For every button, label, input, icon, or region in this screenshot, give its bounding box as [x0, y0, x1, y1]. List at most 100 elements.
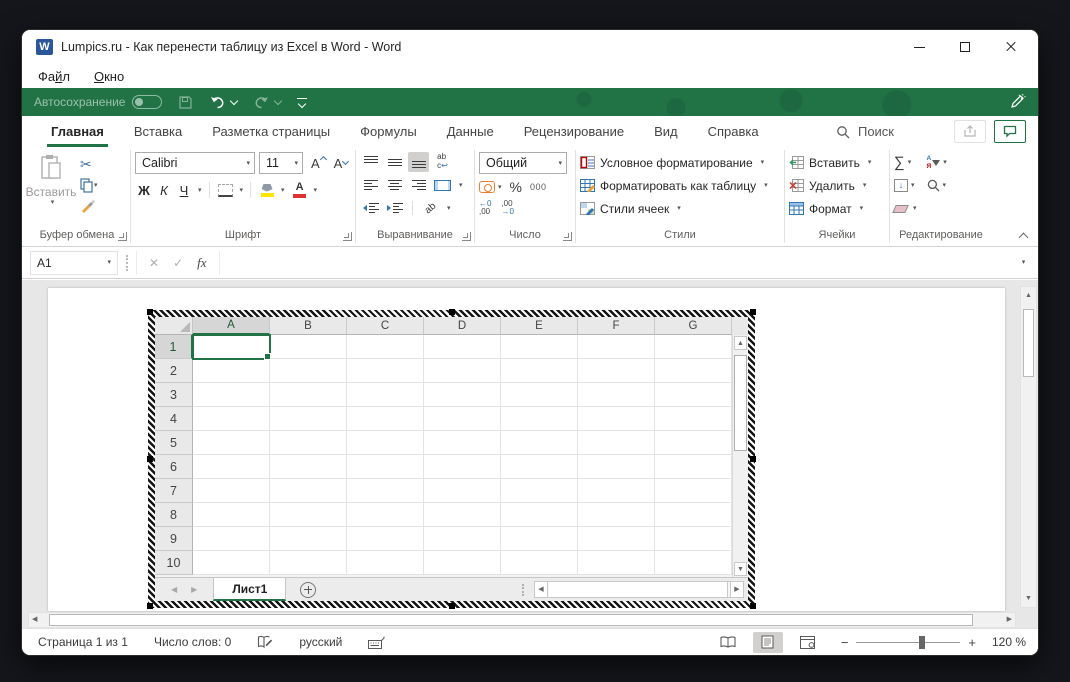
cell-G8[interactable] [655, 503, 732, 527]
number-dialog-launcher[interactable] [563, 232, 572, 241]
cell-A7[interactable] [193, 479, 270, 503]
save-button[interactable] [178, 95, 193, 110]
row-header-7[interactable]: 7 [155, 479, 193, 503]
font-color-button[interactable]: А [291, 180, 309, 200]
cell-A3[interactable] [193, 383, 270, 407]
borders-button[interactable] [217, 180, 235, 200]
language-indicator[interactable]: русский [299, 635, 342, 649]
cell-A10[interactable] [193, 551, 270, 575]
cell-E4[interactable] [501, 407, 578, 431]
handle-bottom-center[interactable] [448, 603, 455, 609]
cell-E9[interactable] [501, 527, 578, 551]
cell-D3[interactable] [424, 383, 501, 407]
accounting-format-button[interactable]: ▾ [479, 181, 502, 193]
conditional-formatting-button[interactable]: Условное форматирование ▾ [580, 153, 768, 172]
align-middle-button[interactable] [384, 152, 405, 172]
underline-button[interactable]: Ч [175, 180, 193, 200]
insert-cells-button[interactable]: Вставить ▾ [789, 153, 871, 172]
doc-scroll-up-icon[interactable]: ▲ [1025, 287, 1032, 304]
cell-C2[interactable] [347, 359, 424, 383]
underline-dropdown-icon[interactable]: ▾ [198, 187, 202, 194]
cell-G1[interactable] [655, 335, 732, 359]
row-header-10[interactable]: 10 [155, 551, 193, 575]
document-vertical-scroll-thumb[interactable] [1023, 309, 1034, 377]
column-header-D[interactable]: D [424, 317, 501, 335]
italic-button[interactable]: К [155, 180, 173, 200]
undo-button[interactable] [209, 95, 239, 110]
cell-C10[interactable] [347, 551, 424, 575]
cell-D2[interactable] [424, 359, 501, 383]
tab-review[interactable]: Рецензирование [522, 116, 626, 147]
column-header-C[interactable]: C [347, 317, 424, 335]
cell-B10[interactable] [270, 551, 347, 575]
cell-F5[interactable] [578, 431, 655, 455]
select-all-corner[interactable] [155, 317, 193, 335]
document-horizontal-scroll-thumb[interactable] [49, 614, 973, 626]
autosum-button[interactable]: ∑ ▾ [894, 153, 917, 172]
decrease-decimal-button[interactable]: ,00 →0 [501, 200, 513, 216]
comma-style-button[interactable]: 000 [530, 182, 547, 192]
handle-middle-right[interactable] [750, 456, 756, 462]
cell-E5[interactable] [501, 431, 578, 455]
tab-view[interactable]: Вид [652, 116, 680, 147]
cell-C1[interactable] [347, 335, 424, 359]
row-header-5[interactable]: 5 [155, 431, 193, 455]
expand-formula-bar-button[interactable]: ▾ [1012, 259, 1032, 266]
cell-G5[interactable] [655, 431, 732, 455]
orientation-button[interactable]: ab [420, 198, 441, 218]
cell-styles-button[interactable]: Стили ячеек ▾ [580, 199, 768, 218]
increase-font-button[interactable]: А [311, 155, 327, 171]
tab-data[interactable]: Данные [445, 116, 496, 147]
insert-function-button[interactable]: fx [197, 255, 206, 271]
cell-C5[interactable] [347, 431, 424, 455]
name-box[interactable]: A1 ▾ [30, 250, 118, 275]
tab-page-layout[interactable]: Разметка страницы [210, 116, 332, 147]
close-button[interactable] [988, 30, 1034, 64]
handle-bottom-left[interactable] [147, 603, 153, 609]
cell-D9[interactable] [424, 527, 501, 551]
cell-E3[interactable] [501, 383, 578, 407]
cell-B6[interactable] [270, 455, 347, 479]
doc-scroll-down-icon[interactable]: ▼ [1025, 590, 1032, 607]
clipboard-dialog-launcher[interactable] [118, 232, 127, 241]
align-top-button[interactable] [360, 152, 381, 172]
cell-F9[interactable] [578, 527, 655, 551]
find-select-button[interactable]: ▾ [927, 176, 947, 195]
cell-D10[interactable] [424, 551, 501, 575]
cell-C6[interactable] [347, 455, 424, 479]
cell-G7[interactable] [655, 479, 732, 503]
zoom-level[interactable]: 120 % [986, 635, 1026, 649]
format-painter-button[interactable] [80, 198, 98, 214]
zoom-in-button[interactable]: + [968, 635, 976, 650]
column-header-E[interactable]: E [501, 317, 578, 335]
redo-button[interactable] [253, 95, 283, 110]
zoom-thumb[interactable] [918, 635, 925, 649]
row-header-2[interactable]: 2 [155, 359, 193, 383]
cell-D5[interactable] [424, 431, 501, 455]
zoom-out-button[interactable]: − [841, 635, 849, 650]
cell-D6[interactable] [424, 455, 501, 479]
column-header-A[interactable]: A [193, 317, 270, 335]
cell-B4[interactable] [270, 407, 347, 431]
handle-top-right[interactable] [750, 309, 756, 315]
fill-color-dropdown-icon[interactable]: ▾ [281, 187, 285, 194]
document-vertical-scrollbar[interactable]: ▲ ▼ [1020, 286, 1037, 608]
font-color-dropdown-icon[interactable]: ▾ [314, 187, 318, 194]
row-header-6[interactable]: 6 [155, 455, 193, 479]
keyboard-indicator-button[interactable] [368, 636, 385, 649]
align-bottom-button[interactable] [408, 152, 429, 172]
cell-B5[interactable] [270, 431, 347, 455]
cell-C8[interactable] [347, 503, 424, 527]
cell-D8[interactable] [424, 503, 501, 527]
decrease-indent-button[interactable] [360, 198, 381, 218]
tab-help[interactable]: Справка [706, 116, 761, 147]
number-format-combo[interactable]: Общий ▾ [479, 152, 567, 174]
prev-sheet-icon[interactable]: ◀ [171, 585, 177, 594]
search-box[interactable]: Поиск [836, 116, 894, 147]
format-as-table-button[interactable]: Форматировать как таблицу ▾ [580, 176, 768, 195]
handle-top-center[interactable] [448, 309, 455, 315]
format-cells-button[interactable]: Формат ▾ [789, 199, 871, 218]
bold-button[interactable]: Ж [135, 180, 153, 200]
draw-pencil-button[interactable] [1008, 93, 1026, 111]
document-horizontal-scrollbar[interactable]: ◀ ▶ [28, 612, 1016, 628]
